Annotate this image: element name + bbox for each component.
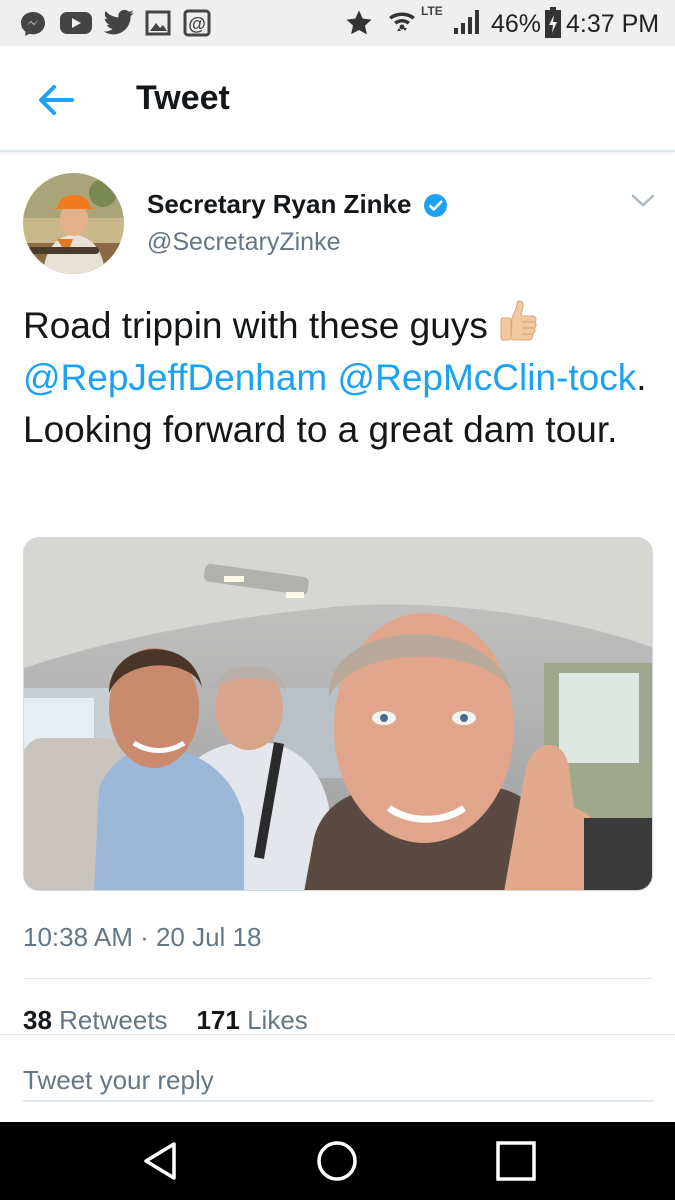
selfie-photo [24, 538, 652, 890]
tweet-text: Road trippin with these guys @RepJeffDen… [23, 300, 653, 456]
at-sign-icon: @ [183, 9, 211, 37]
mention-link[interactable]: @RepMcClin-tock [338, 357, 637, 398]
signal-icon [454, 10, 479, 34]
status-bar: @ LTE 46% 4:37 PM [0, 0, 675, 46]
likes-stat[interactable]: 171 Likes [196, 1005, 307, 1035]
thumbs-up-emoji-icon [500, 300, 537, 341]
clock: 4:37 PM [566, 10, 660, 38]
retweets-count: 38 [23, 1005, 52, 1035]
svg-text:@: @ [188, 14, 206, 34]
star-icon [346, 10, 372, 35]
wifi-icon [389, 12, 415, 31]
nav-back-icon[interactable] [140, 1140, 180, 1182]
battery-charging-icon [545, 7, 561, 38]
network-type-label: LTE [421, 4, 443, 18]
author-avatar[interactable] [23, 173, 124, 274]
likes-count: 171 [196, 1005, 240, 1035]
chevron-down-icon[interactable] [630, 190, 656, 210]
engagement-stats: 38 Retweets 171 Likes [23, 1005, 308, 1036]
messenger-icon [21, 12, 45, 36]
system-nav-bar [0, 1122, 675, 1200]
verified-badge-icon [424, 194, 447, 217]
mention-link[interactable]: @RepJeffDenham [23, 357, 327, 398]
gallery-icon [145, 10, 171, 36]
app-header [0, 46, 675, 152]
tweet-text-part [327, 357, 337, 398]
retweets-stat[interactable]: 38 Retweets [23, 1005, 168, 1035]
retweets-label: Retweets [59, 1005, 168, 1035]
twitter-icon [103, 9, 134, 35]
nav-home-icon[interactable] [315, 1139, 359, 1183]
tweet-timestamp: 10:38 AM · 20 Jul 18 [23, 922, 262, 952]
divider [23, 978, 653, 979]
page-title: Tweet [136, 79, 230, 117]
author-name[interactable]: Secretary Ryan Zinke [147, 189, 411, 220]
battery-percent: 46% [491, 10, 542, 38]
back-arrow-icon[interactable] [34, 80, 78, 120]
likes-label: Likes [247, 1005, 308, 1035]
nav-recents-icon[interactable] [494, 1139, 538, 1183]
youtube-icon [60, 12, 92, 34]
tweet-photo[interactable] [23, 537, 653, 891]
tweet-text-part: Road trippin with these guys [23, 305, 499, 346]
author-handle[interactable]: @SecretaryZinke [147, 228, 341, 257]
avatar-photo [23, 173, 124, 274]
reply-input[interactable] [23, 1060, 653, 1102]
